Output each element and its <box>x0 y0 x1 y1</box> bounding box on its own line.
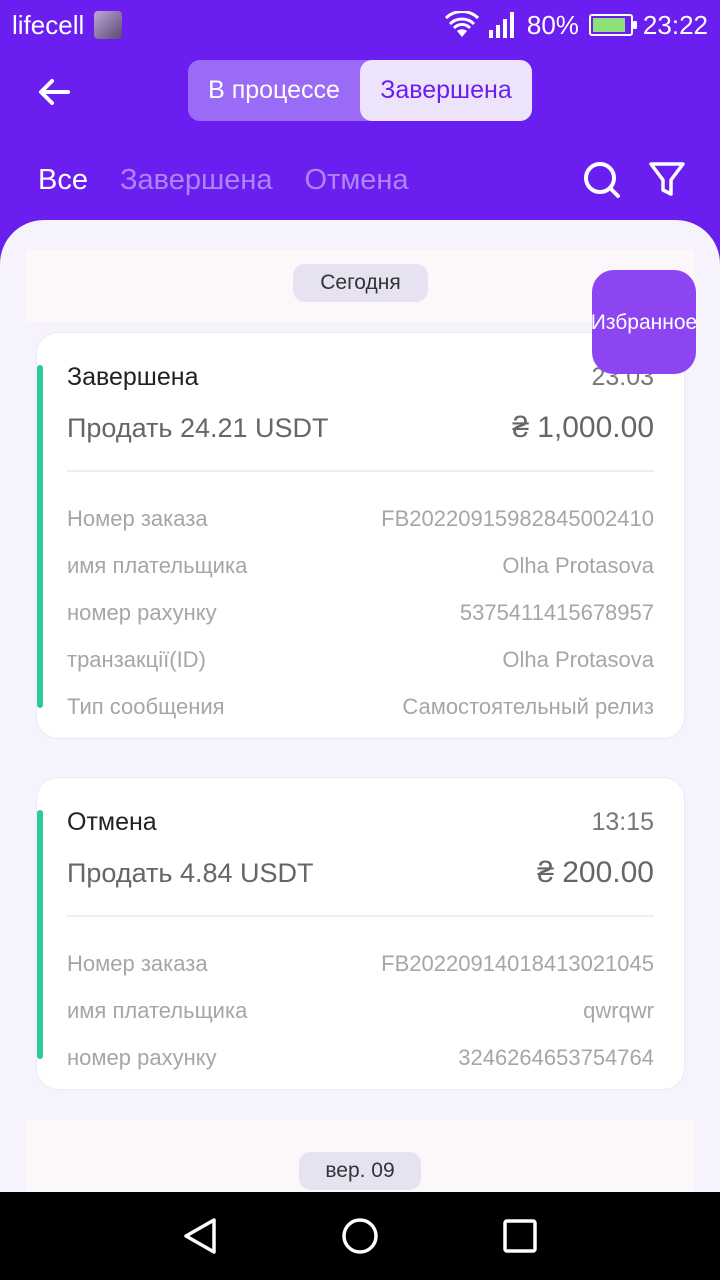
order-status: Завершена <box>67 363 199 391</box>
segment-completed[interactable]: Завершена <box>360 60 532 121</box>
status-accent-bar <box>37 365 43 708</box>
tab-all[interactable]: Все <box>38 164 88 197</box>
filter-button[interactable] <box>648 160 688 200</box>
detail-label: номер рахунку <box>67 1044 217 1070</box>
order-state-toggle: В процессе Завершена <box>188 60 532 121</box>
detail-value: Olha Protasova <box>502 646 654 672</box>
order-details: Номер заказа FB20220915982845002410 имя … <box>67 495 654 730</box>
detail-row: Номер заказа FB20220915982845002410 <box>67 495 654 542</box>
clock: 23:22 <box>642 9 708 40</box>
triangle-back-icon <box>184 1218 216 1254</box>
order-status: Отмена <box>67 808 157 836</box>
detail-value: 5375411415678957 <box>459 599 654 625</box>
order-card[interactable]: Завершена 23:03 Продать 24.21 USDT ₴ 1,0… <box>36 332 685 739</box>
filter-tabs: Все Завершена Отмена <box>0 155 720 205</box>
orders-list[interactable]: Сегодня Избранное Завершена 23:03 Продат… <box>0 220 720 1192</box>
detail-label: номер рахунку <box>67 599 217 625</box>
arrow-left-icon <box>39 79 70 105</box>
order-amount: ₴ 1,000.00 <box>512 411 654 444</box>
detail-value: 3246264653754764 <box>458 1044 654 1070</box>
status-indicators: 80% 23:22 <box>444 9 708 41</box>
detail-row: номер рахунку 5375411415678957 <box>67 589 654 636</box>
date-label: Сегодня <box>293 264 428 302</box>
segment-in-progress[interactable]: В процессе <box>188 60 360 121</box>
detail-row: имя плательщика Olha Protasova <box>67 542 654 589</box>
search-button[interactable] <box>582 160 622 200</box>
system-nav-bar <box>0 1192 720 1280</box>
status-bar: lifecell 80% 23:22 <box>0 0 720 50</box>
detail-label: имя плательщика <box>67 552 248 578</box>
signal-icon <box>488 12 514 38</box>
detail-value: Olha Protasova <box>502 552 654 578</box>
date-label: вер. 09 <box>299 1152 421 1190</box>
tab-cancelled[interactable]: Отмена <box>305 164 409 197</box>
status-accent-bar <box>37 810 43 1059</box>
order-amount: ₴ 200.00 <box>537 856 654 889</box>
nav-back-button[interactable] <box>176 1212 224 1260</box>
detail-label: транзакції(ID) <box>67 646 206 672</box>
detail-label: имя плательщика <box>67 997 248 1023</box>
nav-recents-button[interactable] <box>496 1212 544 1260</box>
order-details: Номер заказа FB20220914018413021045 имя … <box>67 940 654 1081</box>
order-time: 13:15 <box>591 808 654 836</box>
detail-label: Тип сообщения <box>67 693 225 719</box>
carrier-name: lifecell <box>12 9 85 40</box>
app-header: В процессе Завершена Все Завершена Отмен… <box>0 50 720 220</box>
detail-value: Самостоятельный релиз <box>402 693 654 719</box>
detail-label: Номер заказа <box>67 950 208 976</box>
favorites-button[interactable]: Избранное <box>591 270 697 374</box>
detail-row: номер рахунку 3246264653754764 <box>67 1034 654 1081</box>
detail-value: qwrqwr <box>583 997 654 1023</box>
order-title: Продать 4.84 USDT <box>67 857 314 888</box>
detail-value: FB20220915982845002410 <box>381 505 654 531</box>
divider <box>67 470 654 472</box>
circle-home-icon <box>342 1218 378 1254</box>
divider <box>67 915 654 917</box>
detail-value: FB20220914018413021045 <box>381 950 654 976</box>
order-title: Продать 24.21 USDT <box>67 412 329 443</box>
detail-row: Номер заказа FB20220914018413021045 <box>67 940 654 987</box>
square-recents-icon <box>503 1219 537 1253</box>
notification-avatar-icon <box>94 11 123 39</box>
detail-row: Тип сообщения Самостоятельный релиз <box>67 683 654 730</box>
back-button[interactable] <box>34 72 74 112</box>
wifi-icon <box>444 11 479 37</box>
battery-icon <box>588 14 637 36</box>
funnel-icon <box>649 162 685 196</box>
detail-label: Номер заказа <box>67 505 208 531</box>
detail-row: имя плательщика qwrqwr <box>67 987 654 1034</box>
carrier-info: lifecell <box>12 9 123 41</box>
tab-completed[interactable]: Завершена <box>120 164 273 197</box>
order-card[interactable]: Отмена 13:15 Продать 4.84 USDT ₴ 200.00 … <box>36 777 685 1090</box>
search-icon <box>584 162 620 198</box>
detail-row: транзакції(ID) Olha Protasova <box>67 636 654 683</box>
battery-percent: 80% <box>526 9 579 40</box>
nav-home-button[interactable] <box>336 1212 384 1260</box>
